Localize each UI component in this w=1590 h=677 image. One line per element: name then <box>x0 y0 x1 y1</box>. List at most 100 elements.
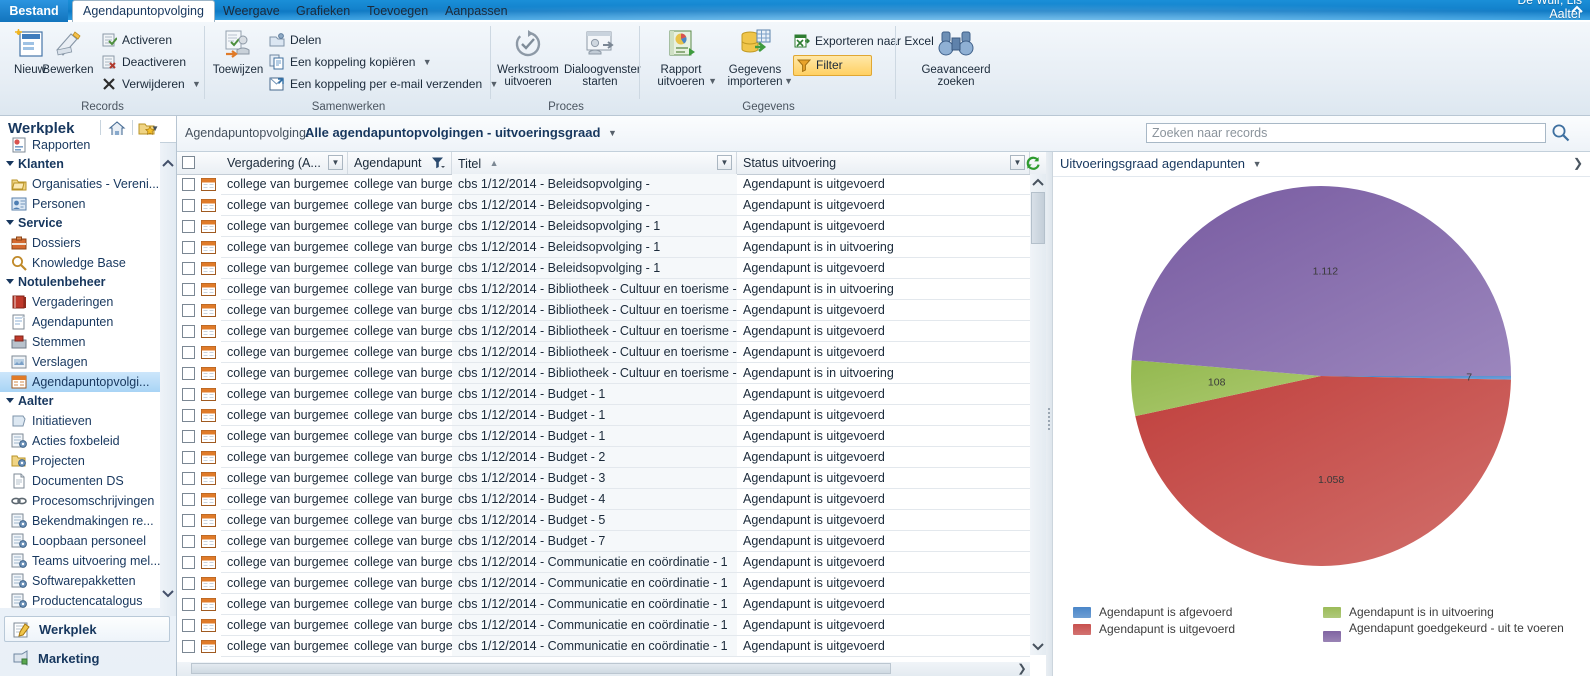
select-all-checkbox[interactable] <box>182 156 195 169</box>
grid-vertical-scrollbar[interactable] <box>1030 174 1046 655</box>
table-row[interactable]: college van burgemees college van burge cb… <box>177 405 1030 426</box>
search-box[interactable] <box>1146 123 1546 143</box>
sidebar-item-dossiers[interactable]: Dossiers <box>0 233 160 253</box>
tab-agendapuntopvolging[interactable]: Agendapuntopvolging <box>72 0 215 23</box>
row-checkbox[interactable] <box>182 388 195 401</box>
view-selector[interactable]: Alle agendapuntopvolgingen - uitvoerings… <box>305 125 617 140</box>
column-header-status-uitvoering[interactable]: Status uitvoering ▼ <box>737 152 1030 174</box>
table-row[interactable]: college van burgemees college van burge cb… <box>177 531 1030 552</box>
row-checkbox[interactable] <box>182 535 195 548</box>
tab-toevoegen[interactable]: Toevoegen <box>357 0 438 22</box>
chevron-down-icon[interactable] <box>161 586 175 600</box>
deactivate-button[interactable]: Deactiveren <box>100 52 186 72</box>
sidebar-item-personen[interactable]: Personen <box>0 194 160 214</box>
sidebar-item-initiatieven[interactable]: Initiatieven <box>0 411 160 431</box>
table-row[interactable]: college van burgemees college van burge cb… <box>177 594 1030 615</box>
table-row[interactable]: college van burgemees college van burge cb… <box>177 573 1030 594</box>
row-checkbox[interactable] <box>182 241 195 254</box>
navigation-scrollbar[interactable] <box>160 143 176 616</box>
chevron-down-icon[interactable]: ▼ <box>1010 155 1025 170</box>
column-header-agendapunt[interactable]: Agendapunt <box>348 152 452 174</box>
sidebar-item-loopbaan-personeel[interactable]: Loopbaan personeel <box>0 531 160 551</box>
legend-item-in-uitvoering[interactable]: Agendapunt is in uitvoering <box>1323 604 1573 621</box>
row-checkbox[interactable] <box>182 430 195 443</box>
row-checkbox[interactable] <box>182 409 195 422</box>
legend-item-goedgekeurd[interactable]: Agendapunt goedgekeurd - uit te voeren <box>1323 621 1573 653</box>
sidebar-item-bekendmakingen-re[interactable]: Bekendmakingen re... <box>0 511 160 531</box>
sidebar-item-agendapuntopvolgi[interactable]: Agendapuntopvolgi... <box>0 372 160 392</box>
row-checkbox[interactable] <box>182 598 195 611</box>
table-row[interactable]: college van burgemees college van burge cb… <box>177 636 1030 657</box>
tab-aanpassen[interactable]: Aanpassen <box>435 0 518 22</box>
email-link-button[interactable]: Een koppeling per e-mail verzenden ▼ <box>268 74 498 94</box>
row-checkbox[interactable] <box>182 325 195 338</box>
chart-title-selector[interactable]: Uitvoeringsgraad agendapunten ▼ <box>1060 156 1262 171</box>
sidebar-item-organisaties-vereni[interactable]: Organisaties - Vereni... <box>0 174 160 194</box>
column-header-vergadering[interactable]: Vergadering (A... ▼ <box>221 152 348 174</box>
row-checkbox[interactable] <box>182 346 195 359</box>
pie-slice[interactable] <box>1131 186 1511 376</box>
chevron-right-icon[interactable]: ❯ <box>1573 156 1583 170</box>
sidebar-item-acties-foxbeleid[interactable]: Acties foxbeleid <box>0 431 160 451</box>
sidebar-item-productencatalogus[interactable]: Productencatalogus <box>0 591 160 608</box>
table-row[interactable]: college van burgemees college van burge cb… <box>177 195 1030 216</box>
column-header-titel[interactable]: Titel ▲ ▼ <box>452 152 737 174</box>
tab-grafieken[interactable]: Grafieken <box>286 0 360 22</box>
table-row[interactable]: college van burgemees college van burge cb… <box>177 552 1030 573</box>
row-checkbox[interactable] <box>182 556 195 569</box>
filter-button[interactable]: Filter <box>793 55 872 76</box>
sidebar-item-verslagen[interactable]: Verslagen <box>0 352 160 372</box>
chevron-down-icon[interactable]: ▼ <box>1253 159 1262 169</box>
legend-item-afgevoerd[interactable]: Agendapunt is afgevoerd <box>1073 604 1323 621</box>
chevron-down-icon[interactable]: ▼ <box>328 155 343 170</box>
row-checkbox[interactable] <box>182 619 195 632</box>
refresh-icon[interactable] <box>1025 155 1041 171</box>
table-row[interactable]: college van burgemees college van burge cb… <box>177 510 1030 531</box>
tab-weergave[interactable]: Weergave <box>213 0 290 22</box>
table-row[interactable]: college van burgemees college van burge cb… <box>177 300 1030 321</box>
table-row[interactable]: college van burgemees college van burge cb… <box>177 384 1030 405</box>
nav-button-marketing[interactable]: Marketing <box>4 646 170 672</box>
table-row[interactable]: college van burgemees college van burge cb… <box>177 237 1030 258</box>
chevron-right-icon[interactable]: ❯ <box>1015 662 1029 676</box>
grid-horizontal-scrollbar[interactable]: ❯ <box>177 662 1030 676</box>
chevron-down-icon[interactable]: ▼ <box>608 128 617 138</box>
nav-group-klanten[interactable]: Klanten <box>0 155 160 174</box>
pie-slice[interactable] <box>1135 376 1511 566</box>
table-row[interactable]: college van burgemees college van burge cb… <box>177 174 1030 195</box>
chevron-down-icon[interactable]: ▼ <box>708 76 717 86</box>
assign-button[interactable]: Toewijzen <box>210 28 266 76</box>
table-row[interactable]: college van burgemees college van burge cb… <box>177 258 1030 279</box>
chevron-down-icon[interactable]: ▼ <box>151 124 159 133</box>
filter-funnel-icon[interactable] <box>431 155 447 170</box>
start-dialog-button[interactable]: Dialoogvenster starten <box>564 28 641 88</box>
row-checkbox[interactable] <box>182 472 195 485</box>
sidebar-item-rapporten[interactable]: Rapporten <box>0 135 160 155</box>
table-row[interactable]: college van burgemees college van burge cb… <box>177 447 1030 468</box>
run-workflow-button[interactable]: Werkstroom uitvoeren <box>496 28 560 88</box>
row-checkbox[interactable] <box>182 304 195 317</box>
nav-group-service[interactable]: Service <box>0 214 160 233</box>
sidebar-item-projecten[interactable]: Projecten <box>0 451 160 471</box>
chevron-down-icon[interactable]: ▼ <box>423 52 432 72</box>
copy-link-button[interactable]: Een koppeling kopiëren ▼ <box>268 52 432 72</box>
table-row[interactable]: college van burgemees college van burge cb… <box>177 321 1030 342</box>
sidebar-item-stemmen[interactable]: Stemmen <box>0 332 160 352</box>
table-row[interactable]: college van burgemees college van burge cb… <box>177 216 1030 237</box>
import-data-button[interactable]: Gegevens importeren ▼ <box>719 28 793 88</box>
sidebar-item-documenten-ds[interactable]: Documenten DS <box>0 471 160 491</box>
row-checkbox[interactable] <box>182 577 195 590</box>
row-checkbox[interactable] <box>182 367 195 380</box>
sidebar-item-procesomschrijvingen[interactable]: Procesomschrijvingen <box>0 491 160 511</box>
row-checkbox[interactable] <box>182 199 195 212</box>
chevron-down-icon[interactable]: ▼ <box>192 74 201 94</box>
table-row[interactable]: college van burgemees college van burge cb… <box>177 342 1030 363</box>
chevron-down-icon[interactable]: ▼ <box>784 76 793 86</box>
sidebar-item-vergaderingen[interactable]: Vergaderingen <box>0 292 160 312</box>
table-row[interactable]: college van burgemees college van burge cb… <box>177 426 1030 447</box>
sidebar-item-knowledge-base[interactable]: Knowledge Base <box>0 253 160 273</box>
chevron-down-icon[interactable]: ▼ <box>717 155 732 170</box>
activate-button[interactable]: Activeren <box>100 30 172 50</box>
row-checkbox[interactable] <box>182 283 195 296</box>
row-checkbox[interactable] <box>182 493 195 506</box>
